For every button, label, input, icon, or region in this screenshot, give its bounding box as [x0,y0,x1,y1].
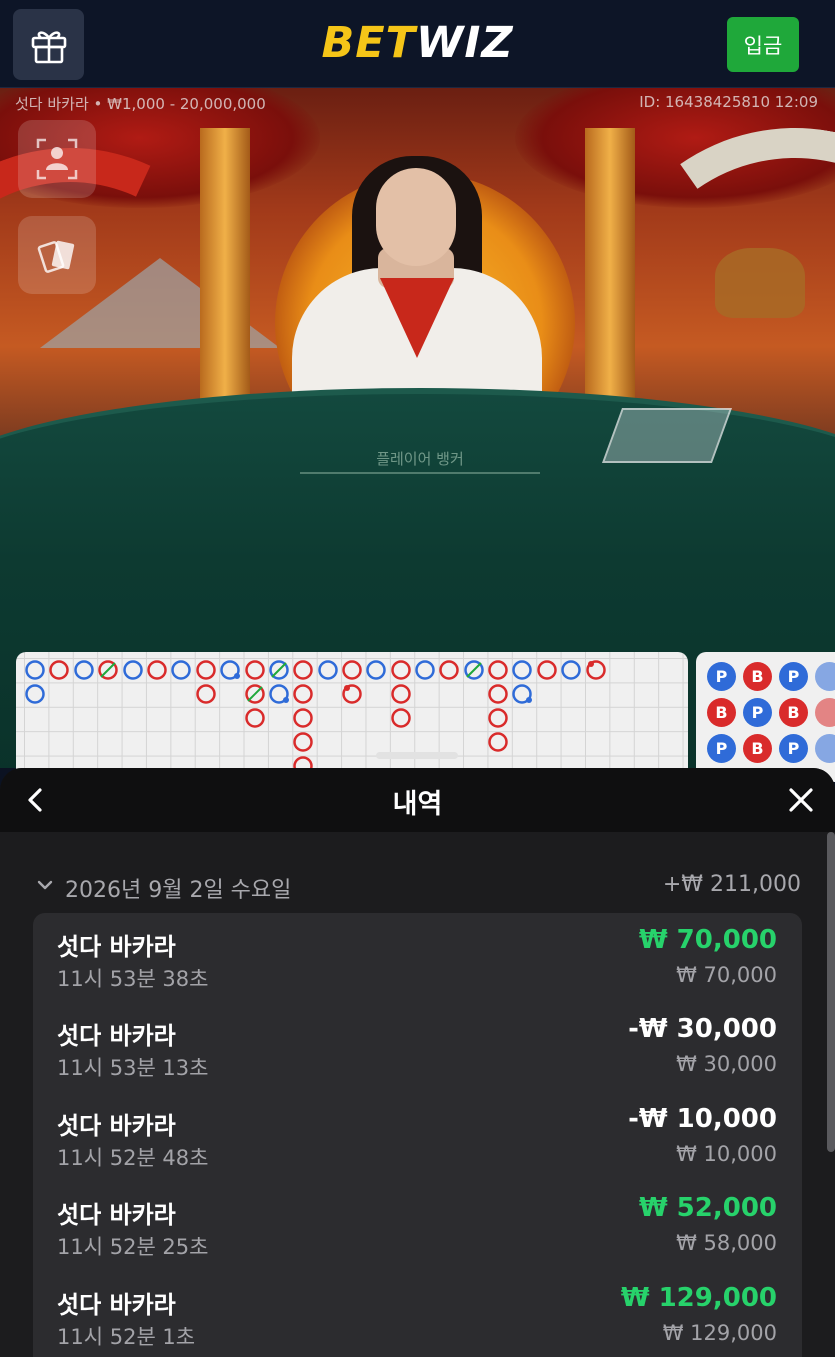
cards-button[interactable] [18,216,96,294]
bead-player: P [707,734,736,763]
round-id: ID: 16438425810 12:09 [639,93,818,111]
entry-stake: ₩ 58,000 [676,1231,777,1255]
dealer-info-button[interactable] [18,120,96,198]
big-road-marks [25,660,606,776]
sheet-title: 내역 [392,789,443,820]
entry-result: ₩ 129,000 [620,1283,777,1313]
bead-player: P [707,662,736,691]
history-entry[interactable]: 섯다 바카라 11시 53분 38초 ₩ 70,000 ₩ 70,000 [33,913,802,997]
entry-time: 11시 52분 25초 [57,1235,209,1259]
entry-game: 섯다 바카라 [57,933,176,961]
table-label: 플레이어 뱅커 [300,448,540,474]
bead-banker: B [743,662,772,691]
entry-result: -₩ 30,000 [628,1014,777,1044]
entry-stake: ₩ 70,000 [676,963,777,987]
brand-logo[interactable]: BETWIZ [0,18,835,68]
bead-banker: B [707,698,736,727]
bead-banker: B [779,698,808,727]
entry-result: -₩ 10,000 [628,1104,777,1134]
card-shoe [601,408,733,463]
chevron-down-icon [37,880,53,890]
close-button[interactable] [783,782,819,818]
entry-time: 11시 53분 38초 [57,967,209,991]
table-info: 섯다 바카라 • ₩1,000 - 20,000,000 [15,95,266,113]
bead-player [815,662,835,691]
sheet-header: 내역 [0,768,835,832]
bead-player: P [779,734,808,763]
bead-player: P [779,662,808,691]
logo-wiz: WIZ [415,18,514,68]
entry-game: 섯다 바카라 [57,1291,176,1319]
dealer-face [376,168,456,266]
deposit-button[interactable]: 입금 [727,17,799,72]
entry-game: 섯다 바카라 [57,1201,176,1229]
history-sheet: 내역 2026년 9월 2일 수요일 +₩ 211,000 섯다 바카라 11시… [0,768,835,1357]
day-date: 2026년 9월 2일 수요일 [65,878,292,903]
entry-result: ₩ 52,000 [638,1193,777,1223]
cards-icon [37,240,75,273]
day-group-header[interactable]: 2026년 9월 2일 수요일 +₩ 211,000 [36,872,801,904]
deer-ornament [715,248,805,318]
history-entry[interactable]: 섯다 바카라 11시 53분 13초 -₩ 30,000 ₩ 30,000 [33,1002,802,1086]
backdrop-pillar [200,128,250,428]
top-bar: BETWIZ 입금 [0,0,835,88]
close-icon [789,788,813,812]
history-entry[interactable]: 섯다 바카라 11시 52분 1초 ₩ 129,000 ₩ 129,000 [33,1271,802,1355]
day-total: +₩ 211,000 [662,872,801,897]
user-frame-icon [36,138,78,180]
entry-game: 섯다 바카라 [57,1022,176,1050]
history-list: 섯다 바카라 11시 53분 38초 ₩ 70,000 ₩ 70,000 섯다 … [33,913,802,1357]
scrollbar[interactable] [827,832,835,1152]
entry-time: 11시 53분 13초 [57,1056,209,1080]
backdrop-pillar [585,128,635,428]
entry-time: 11시 52분 48초 [57,1146,209,1170]
bead-road[interactable]: P B P B P B P B P [696,652,835,782]
logo-bet: BET [321,18,416,68]
entry-game: 섯다 바카라 [57,1112,176,1140]
entry-time: 11시 52분 1초 [57,1325,196,1349]
bead-banker [815,698,835,727]
entry-stake: ₩ 30,000 [676,1052,777,1076]
history-entry[interactable]: 섯다 바카라 11시 52분 48초 -₩ 10,000 ₩ 10,000 [33,1092,802,1176]
entry-stake: ₩ 129,000 [662,1321,777,1345]
entry-stake: ₩ 10,000 [676,1142,777,1166]
entry-result: ₩ 70,000 [638,925,777,955]
bead-player: P [743,698,772,727]
big-road[interactable] [16,652,688,782]
sheet-drag-handle[interactable] [376,752,458,759]
bead-player [815,734,835,763]
history-entry[interactable]: 섯다 바카라 11시 52분 25초 ₩ 52,000 ₩ 58,000 [33,1181,802,1265]
bead-banker: B [743,734,772,763]
dealer-collar [380,278,454,358]
